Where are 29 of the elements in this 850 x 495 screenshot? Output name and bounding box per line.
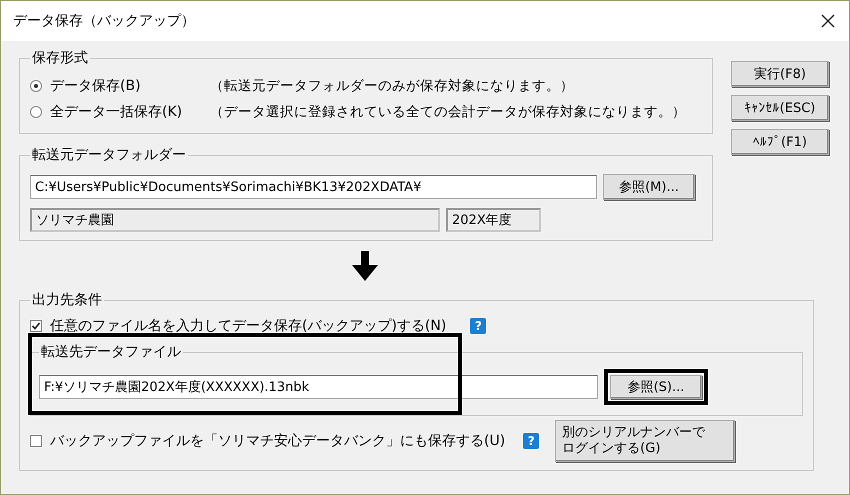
login-button[interactable]: 別のシリアルナンバーでログインする(G) — [555, 420, 736, 462]
group-title: 転送先データファイル — [40, 343, 182, 361]
dialog-button[interactable]: ｷｬﾝｾﾙ(ESC) — [731, 95, 829, 121]
radio-label: 全データ一括保存(K) — [50, 103, 184, 121]
checkbox[interactable] — [30, 320, 42, 332]
help-icon[interactable]: ? — [470, 318, 486, 334]
radio-label: データ保存(B) — [50, 77, 142, 95]
file-path-field[interactable]: F:¥ソリマチ農園202X年度(XXXXXX).13nbk — [39, 375, 598, 399]
folder-path-field[interactable]: C:¥Users¥Public¥Documents¥Sorimachi¥BK13¥202XDATA¥ — [30, 175, 597, 199]
browse-button[interactable]: 参照(M)... — [603, 174, 695, 200]
group-title: 転送元データフォルダー — [31, 146, 187, 164]
browse-button[interactable]: 参照(S)... — [610, 375, 702, 399]
down-arrow-icon — [352, 251, 378, 281]
group-title: 保存形式 — [31, 49, 89, 67]
dialog-button[interactable]: ﾍﾙﾌﾟ(F1) — [731, 129, 829, 155]
radio-button[interactable] — [30, 106, 42, 118]
checkbox-label: 任意のファイル名を入力してデータ保存(バックアップ)する(N) — [50, 317, 446, 335]
radio-button[interactable] — [30, 80, 42, 92]
checkbox[interactable] — [30, 435, 42, 447]
help-icon[interactable]: ? — [523, 433, 540, 449]
close-icon[interactable] — [821, 14, 835, 28]
option-note: （転送元データフォルダーのみが保存対象になります。） — [210, 77, 574, 95]
option-note: （データ選択に登録されている全ての会計データが保存対象になります。） — [210, 103, 686, 121]
company-name-field: ソリマチ農園 — [30, 208, 440, 232]
dialog-button[interactable]: 実行(F8) — [731, 61, 829, 87]
group-title: 出力先条件 — [31, 291, 103, 309]
window-title: データ保存（バックアップ） — [13, 12, 195, 30]
checkbox-label: バックアップファイルを「ソリマチ安心データバンク」にも保存する(U) — [50, 432, 506, 450]
fiscal-year-field: 202X年度 — [446, 208, 541, 232]
